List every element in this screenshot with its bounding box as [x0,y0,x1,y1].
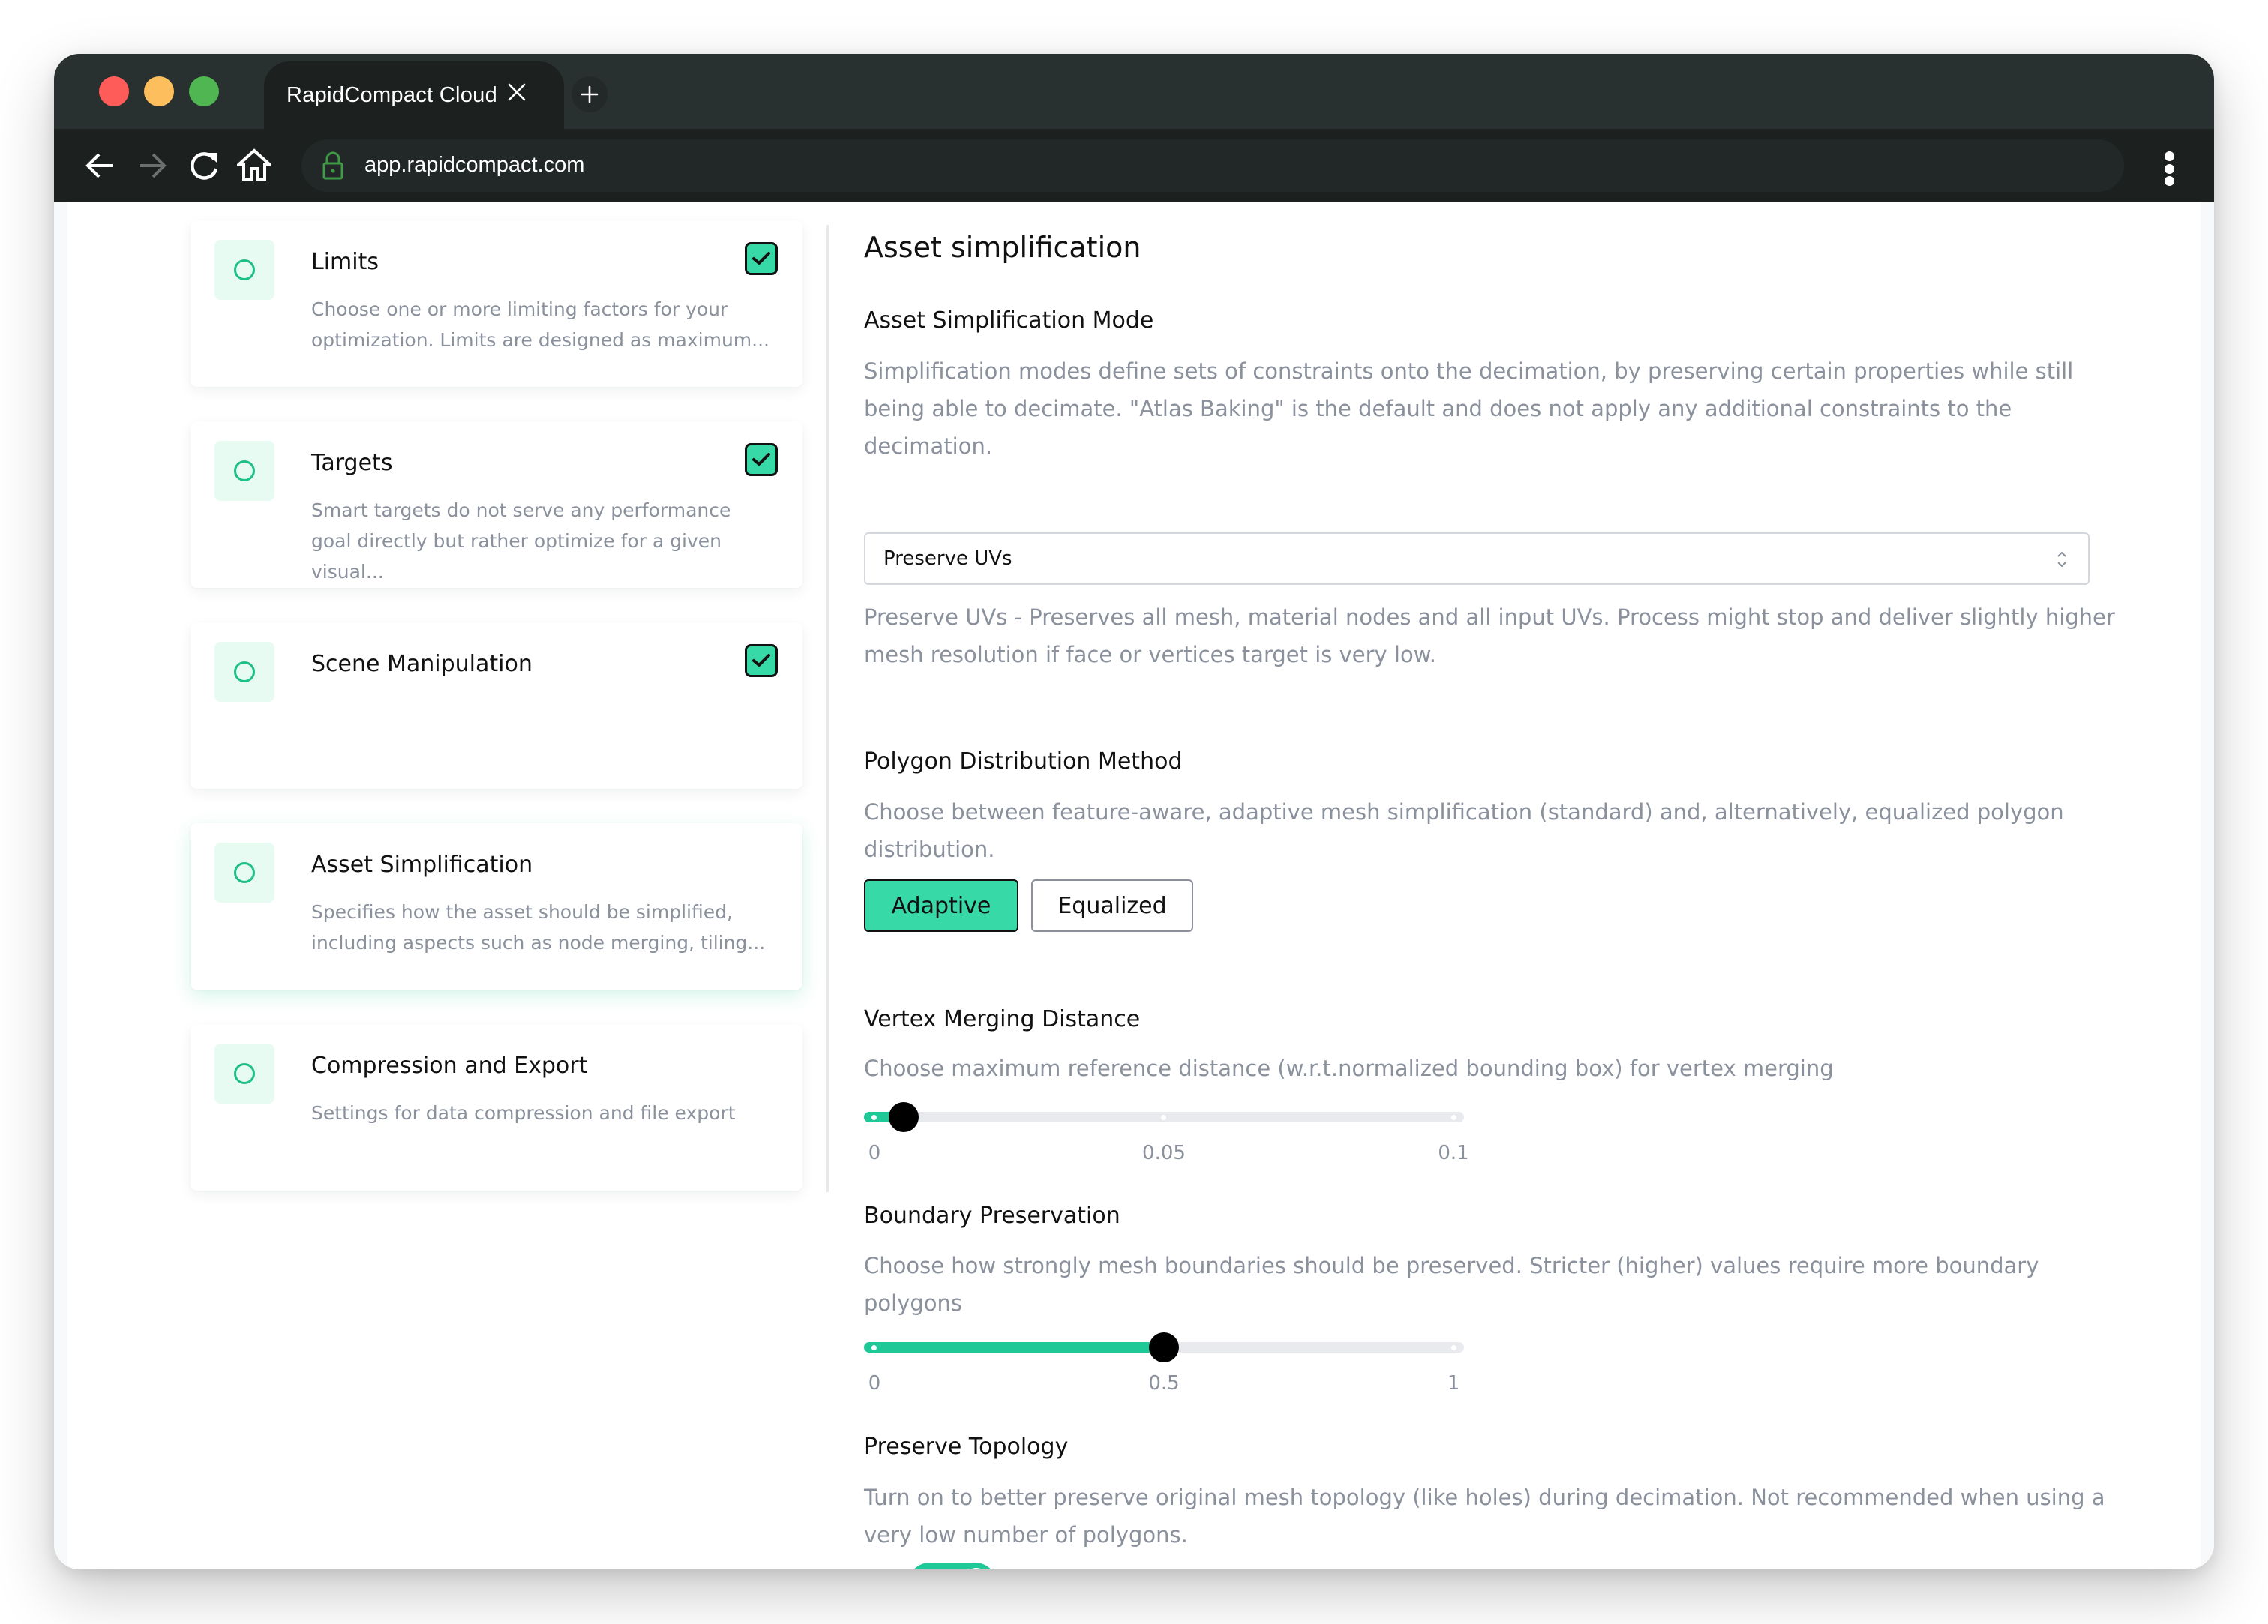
page-content: Limits Choose one or more limiting factor… [54,202,2214,1569]
minimize-window-button[interactable] [144,76,174,106]
close-window-button[interactable] [99,76,129,106]
slider-tick-label: 0.5 [1148,1372,1180,1395]
adaptive-button[interactable]: Adaptive [864,879,1018,932]
circle-icon [214,642,274,702]
maximize-window-button[interactable] [189,76,219,106]
sidebar-card[interactable]: Asset Simplification Specifies how the as… [190,823,802,990]
circle-icon [214,441,274,501]
simplification-mode-select[interactable]: Preserve UVs [864,532,2090,585]
home-icon[interactable] [237,148,272,183]
reload-icon[interactable] [188,148,222,183]
left-edge [54,202,68,1569]
circle-icon [214,843,274,903]
browser-tab[interactable]: RapidCompact Cloud [264,61,564,129]
sidebar-card[interactable]: Targets Smart targets do not serve any pe… [190,421,802,588]
equalized-button[interactable]: Equalized [1031,879,1193,932]
slider-tick-dot [1451,1345,1456,1350]
preserve-topology-description: Turn on to better preserve original mesh… [864,1485,2105,1548]
tab-title: RapidCompact Cloud [286,82,498,107]
sidebar-card-description: Smart targets do not serve any performan… [311,499,731,583]
checkmark-icon [752,453,770,466]
simplification-mode-value: Preserve UVs [884,547,1012,570]
circle-ring [234,661,255,682]
polygon-distribution-description: Choose between feature-aware, adaptive m… [864,799,2064,862]
sidebar-card-title: Limits [311,249,379,275]
address-bar[interactable]: app.rapidcompact.com [302,139,2124,192]
circle-icon [214,240,274,300]
sidebar-card-checkbox[interactable] [745,242,778,275]
simplification-mode-label: Asset Simplification Mode [864,307,1154,334]
slider-thumb[interactable] [1149,1332,1179,1362]
slider-tick-label: 0.1 [1438,1142,1469,1164]
boundary-preservation-slider[interactable]: 0 0.5 1 [864,1327,1464,1395]
slider-fill [864,1342,1164,1353]
panel-title: Asset simplification [864,231,1142,264]
circle-ring [234,862,255,883]
slider-tick-label: 0.05 [1142,1142,1186,1164]
vertex-merging-label: Vertex Merging Distance [864,1006,1141,1032]
sidebar-card-title: Scene Manipulation [311,651,532,677]
boundary-preservation-label: Boundary Preservation [864,1203,1120,1229]
simplification-mode-description: Simplification modes define sets of cons… [864,358,2074,459]
sidebar-card-title: Asset Simplification [311,852,533,878]
preserve-topology-label: Preserve Topology [864,1434,1069,1460]
slider-tick-label: 0 [868,1372,881,1395]
browser-window: RapidCompact Cloud app.rapidcompact.com … [54,54,2214,1569]
chevron-up-down-icon [2057,551,2066,568]
simplification-mode-help: Preserve UVs - Preserves all mesh, mater… [864,604,2115,667]
checkmark-icon [752,252,770,265]
sidebar-card-title: Targets [311,450,393,476]
circle-icon [214,1044,274,1104]
circle-ring [234,460,255,481]
vertex-merging-description: Choose maximum reference distance (w.r.t… [864,1056,1834,1081]
arrow-left-icon[interactable] [82,148,117,183]
arrow-right-icon[interactable] [135,148,170,183]
checkmark-icon [752,654,770,667]
lock-icon [322,151,344,180]
slider-tick-dot [1161,1115,1166,1120]
sidebar-card[interactable]: Compression and Export Settings for data … [190,1024,802,1191]
plus-icon [580,85,598,103]
sidebar-card[interactable]: Scene Manipulation [190,622,802,789]
vertex-merging-slider[interactable]: 0 0.05 0.1 [864,1097,1469,1164]
slider-tick-label: 1 [1447,1372,1460,1395]
sidebar-card-checkbox[interactable] [745,644,778,677]
slider-tick-label: 0 [868,1142,881,1164]
browser-toolbar: app.rapidcompact.com [54,129,2214,202]
slider-tick-dot [872,1345,877,1350]
sidebar-card-description: Settings for data compression and file e… [311,1102,736,1124]
circle-ring [234,1063,255,1084]
boundary-preservation-description: Choose how strongly mesh boundaries shou… [864,1253,2039,1316]
toggle-knob [962,1568,992,1569]
url-text: app.rapidcompact.com [364,153,585,177]
preserve-topology-toggle[interactable] [908,1563,998,1569]
sidebar-card-description: Specifies how the asset should be simpli… [311,901,766,954]
preserve-topology-toggle-row: Off On [864,1563,1043,1569]
right-edge [2200,202,2214,1569]
sidebar-card-description: Choose one or more limiting factors for … [311,298,770,351]
slider-tick-dot [872,1115,877,1120]
sidebar-card-checkbox[interactable] [745,443,778,476]
more-vertical-icon[interactable] [2160,151,2178,186]
sidebar-card[interactable]: Limits Choose one or more limiting factor… [190,220,802,387]
slider-thumb[interactable] [888,1102,919,1132]
sidebar-card-title: Compression and Export [311,1053,588,1079]
polygon-distribution-label: Polygon Distribution Method [864,748,1183,775]
slider-tick-dot [1451,1115,1456,1120]
circle-ring [234,259,255,280]
browser-titlebar: RapidCompact Cloud [54,54,2214,129]
new-tab-button[interactable] [572,76,608,112]
vertical-divider [826,225,829,1192]
close-icon[interactable] [506,81,528,103]
